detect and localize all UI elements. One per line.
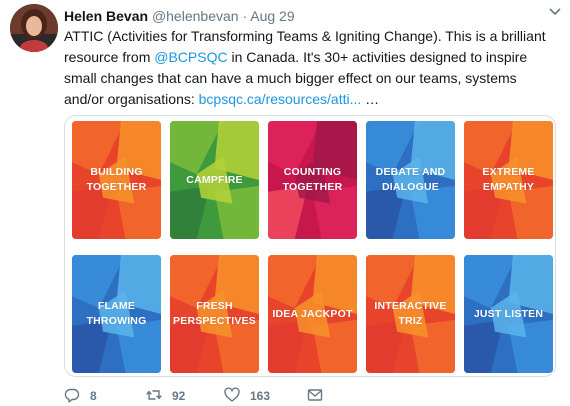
- activity-card[interactable]: INTERACTIVE TRIZ: [366, 255, 455, 373]
- direct-message-button[interactable]: [307, 388, 323, 404]
- activity-card-label: BUILDING TOGETHER: [86, 166, 147, 193]
- tweet-text: ATTIC (Activities for Transforming Teams…: [64, 26, 552, 110]
- activity-card[interactable]: JUST LISTEN: [464, 255, 553, 373]
- reply-icon: [64, 387, 80, 406]
- activity-card[interactable]: CAMPFIRE: [170, 121, 259, 239]
- activity-card-label: EXTREME EMPATHY: [482, 166, 535, 193]
- tweet-header: Helen Bevan @helenbevan · Aug 29: [64, 6, 540, 26]
- chevron-down-icon[interactable]: [548, 4, 562, 18]
- reply-count: 8: [90, 389, 97, 403]
- activity-card[interactable]: IDEA JACKPOT: [268, 255, 357, 373]
- mention-link[interactable]: @BCPSQC: [154, 49, 227, 65]
- activity-card[interactable]: FRESH PERSPECTIVES: [170, 255, 259, 373]
- activity-card[interactable]: EXTREME EMPATHY: [464, 121, 553, 239]
- reply-button[interactable]: 8: [64, 388, 97, 404]
- activity-card-label: JUST LISTEN: [473, 307, 544, 320]
- tweet-ellipsis: …: [361, 91, 380, 107]
- like-count: 163: [250, 389, 271, 403]
- activity-card[interactable]: COUNTING TOGETHER: [268, 121, 357, 239]
- author-name[interactable]: Helen Bevan: [64, 8, 148, 24]
- activity-card-label: COUNTING TOGETHER: [282, 166, 343, 193]
- resource-link[interactable]: bcpsqc.ca/resources/atti...: [199, 91, 362, 107]
- avatar[interactable]: [10, 4, 58, 52]
- like-icon: [224, 386, 240, 406]
- activity-card-label: CAMPFIRE: [186, 173, 243, 186]
- activity-card[interactable]: BUILDING TOGETHER: [72, 121, 161, 239]
- activity-card-label: INTERACTIVE TRIZ: [374, 300, 447, 327]
- tweet-date[interactable]: Aug 29: [250, 8, 294, 24]
- tweet-actions: 8 92 163: [64, 386, 364, 406]
- retweet-icon: [146, 387, 162, 406]
- activity-card-label: DEBATE AND DIALOGUE: [375, 166, 446, 193]
- activity-card-label: FRESH PERSPECTIVES: [173, 300, 256, 327]
- media-image[interactable]: BUILDING TOGETHER CAMPFIRE COUNTING TOGETH…: [64, 115, 556, 377]
- activity-card-label: FLAME THROWING: [86, 300, 147, 327]
- message-icon: [307, 387, 323, 406]
- like-button[interactable]: 163: [224, 386, 271, 406]
- retweet-button[interactable]: 92: [146, 388, 185, 404]
- retweet-count: 92: [172, 389, 186, 403]
- author-handle[interactable]: @helenbevan: [152, 8, 239, 24]
- header-separator: ·: [242, 8, 248, 24]
- activity-card[interactable]: FLAME THROWING: [72, 255, 161, 373]
- activity-card-label: IDEA JACKPOT: [272, 307, 353, 320]
- activity-card[interactable]: DEBATE AND DIALOGUE: [366, 121, 455, 239]
